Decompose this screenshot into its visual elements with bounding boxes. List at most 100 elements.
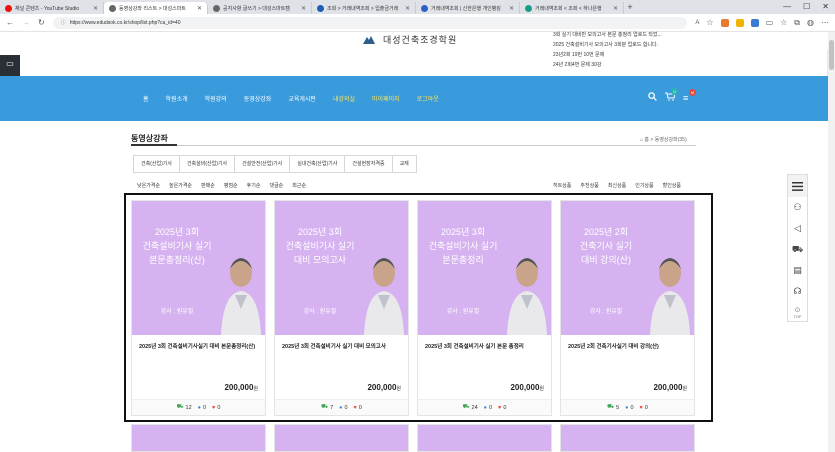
like-stat[interactable]: ♥ 0 xyxy=(640,405,648,411)
product-card-thumb[interactable] xyxy=(274,424,409,452)
tab-close-icon[interactable]: ✕ xyxy=(93,5,98,12)
product-card[interactable]: 2025년 3회 건축설비기사 실기 본문총정리(산) 강사 : 원유필 2025년 3… xyxy=(131,200,266,416)
product-filter[interactable]: 최신상품 xyxy=(608,182,626,189)
nav-item[interactable]: 동영상강좌 xyxy=(244,94,272,103)
cart-stat[interactable]: ⛟ 5 xyxy=(607,404,619,411)
cart-stat[interactable]: ⛟ 12 xyxy=(177,404,192,411)
home-icon[interactable]: ⌂ xyxy=(640,137,643,143)
nav-item[interactable]: 홈 xyxy=(143,94,149,103)
product-filter[interactable]: 인기상품 xyxy=(635,182,653,189)
url-field[interactable]: ⓘ https://www.edudsok.co.kr/shop/list.ph… xyxy=(52,16,688,29)
cart-stat[interactable]: ⛟ 24 xyxy=(463,404,478,411)
forward-icon[interactable]: → xyxy=(22,18,30,27)
browser-tab[interactable]: 조회 > 거래내역조회 > 입출금거래 ✕ xyxy=(312,2,416,14)
close-window-icon[interactable]: ✕ xyxy=(822,2,829,11)
browser-tab[interactable]: 동영상강좌 리스트 > 대성스마트 ✕ xyxy=(104,2,208,14)
like-stat[interactable]: ♥ 0 xyxy=(498,405,506,411)
product-card-thumb[interactable] xyxy=(417,424,552,452)
product-name[interactable]: 2025년 3회 건축설비기사 실기 대비 모의고사 xyxy=(282,343,404,351)
minimize-icon[interactable]: — xyxy=(783,2,791,11)
category-tab[interactable]: 교재 xyxy=(393,156,416,172)
product-name[interactable]: 2025년 3회 건축설비기사 실기 본문 총정리 xyxy=(425,343,547,351)
split-screen-icon[interactable]: ▭ xyxy=(766,18,774,27)
tab-close-icon[interactable]: ✕ xyxy=(613,5,618,12)
tab-close-icon[interactable]: ✕ xyxy=(405,5,410,12)
cart-stat[interactable]: ⛟ 7 xyxy=(321,404,333,411)
cart-quick-icon[interactable]: ⛟ xyxy=(788,239,807,260)
product-card[interactable]: 2025년 3회 건축설비기사 실기 본문총정리 강사 : 원유필 2025년 3회 건… xyxy=(417,200,552,416)
extension-icon[interactable] xyxy=(735,18,744,27)
sort-option[interactable]: 판매순 xyxy=(201,182,215,189)
tab-close-icon[interactable]: ✕ xyxy=(301,5,306,12)
product-thumbnail[interactable]: 2025년 3회 건축설비기사 실기 본문총정리 강사 : 원유필 xyxy=(418,201,551,335)
megaphone-icon[interactable]: ◁ xyxy=(788,218,807,239)
reload-icon[interactable]: ↻ xyxy=(38,18,45,27)
scrollbar-thumb[interactable] xyxy=(829,40,834,70)
like-stat[interactable]: ♥ 0 xyxy=(354,405,362,411)
product-filter[interactable]: 히트상품 xyxy=(553,182,571,189)
breadcrumb-text[interactable]: 홈 > 동영상강좌(35) xyxy=(644,137,686,143)
product-card[interactable]: 2025년 2회 건축기사 실기 대비 강의(산) 강사 : 원유필 2025년 2회 … xyxy=(560,200,695,416)
product-thumbnail[interactable]: 2025년 2회 건축기사 실기 대비 강의(산) 강사 : 원유필 xyxy=(561,201,694,335)
product-filter[interactable]: 할인상품 xyxy=(663,182,681,189)
site-info-icon[interactable]: ⓘ xyxy=(61,19,66,26)
nav-item[interactable]: 내강의실 xyxy=(333,94,355,103)
comment-stat[interactable]: ● 0 xyxy=(339,405,347,411)
notice-item[interactable]: 23년2회 19번 10번 문제 xyxy=(553,50,662,60)
scrollbar[interactable] xyxy=(828,32,835,452)
notice-item[interactable]: 24년 2회4번 문제 30강 xyxy=(553,60,662,70)
star-icon[interactable]: ☆ xyxy=(706,18,713,27)
sort-option[interactable]: 댓글순 xyxy=(269,182,283,189)
sort-option[interactable]: 평점순 xyxy=(224,182,238,189)
scroll-top-button[interactable]: ⊙ TOP xyxy=(788,302,807,322)
category-tab[interactable]: 건축(산업)기사 xyxy=(134,156,180,172)
product-filter[interactable]: 추천상품 xyxy=(580,182,598,189)
nav-item[interactable]: 교육게시판 xyxy=(288,94,316,103)
extension-icon[interactable] xyxy=(720,18,729,27)
category-tab[interactable]: 건축설비(산업)기사 xyxy=(180,156,236,172)
sort-option[interactable]: 최근순 xyxy=(292,182,306,189)
product-card-thumb[interactable] xyxy=(560,424,695,452)
nav-item[interactable]: 로그아웃 xyxy=(417,94,439,103)
cart-icon[interactable]: 0 xyxy=(665,88,678,103)
sort-option[interactable]: 낮은가격순 xyxy=(137,182,160,189)
product-thumbnail[interactable]: 2025년 3회 건축설비기사 실기 본문총정리(산) 강사 : 원유필 xyxy=(132,201,265,335)
new-tab-button[interactable]: + xyxy=(624,2,636,12)
document-icon[interactable]: ▤ xyxy=(788,260,807,281)
profile-icon[interactable]: ◍ xyxy=(807,18,814,27)
notice-item[interactable]: 2025 건축설비기사 모의고사 3회분 업로드 합니다. xyxy=(553,40,662,50)
nav-item[interactable]: 마이페이지 xyxy=(372,94,400,103)
category-tab[interactable]: 실내건축(산업)기사 xyxy=(290,156,346,172)
monitor-icon[interactable]: ▭ xyxy=(0,55,20,72)
comment-stat[interactable]: ● 0 xyxy=(198,405,206,411)
product-name[interactable]: 2025년 2회 건축기사실기 대비 강의(산) xyxy=(568,343,690,351)
browser-tab[interactable]: 거래내역조회 < 조회 < 하나은행 ✕ xyxy=(520,2,624,14)
category-tab[interactable]: 건설안전(산업)기사 xyxy=(235,156,291,172)
maximize-icon[interactable]: ☐ xyxy=(803,2,810,11)
favorites-icon[interactable]: ☆ xyxy=(780,18,787,27)
headset-icon[interactable]: ☊ xyxy=(788,281,807,302)
product-thumbnail[interactable]: 2025년 3회 건축설비기사 실기 대비 모의고사 강사 : 원유필 xyxy=(275,201,408,335)
back-icon[interactable]: ← xyxy=(6,18,14,27)
browser-tab[interactable]: 거래내역조회 | 신한은행 개인뱅킹 ✕ xyxy=(416,2,520,14)
nav-item[interactable]: 학원소개 xyxy=(166,94,188,103)
hamburger-icon[interactable] xyxy=(788,175,807,197)
comment-stat[interactable]: ● 0 xyxy=(625,405,633,411)
collections-icon[interactable]: ⧉ xyxy=(794,18,800,28)
sort-option[interactable]: 높은가격순 xyxy=(169,182,192,189)
category-tab[interactable]: 건설현장자격증 xyxy=(345,156,393,172)
nav-item[interactable]: 학원강의 xyxy=(205,94,227,103)
product-name[interactable]: 2025년 3회 건축설비기사실기 대비 본문총정리(산) xyxy=(139,343,261,351)
menu-list-icon[interactable]: ≡ M xyxy=(683,88,696,103)
people-icon[interactable]: ⚇ xyxy=(788,197,807,218)
sort-option[interactable]: 후기순 xyxy=(247,182,261,189)
search-icon[interactable] xyxy=(648,92,657,103)
tab-close-icon[interactable]: ✕ xyxy=(509,5,514,12)
extension-icon[interactable] xyxy=(750,18,759,27)
like-stat[interactable]: ♥ 0 xyxy=(212,405,220,411)
font-icon[interactable]: A xyxy=(695,20,699,26)
browser-tab[interactable]: 공지사항 글쓰기 > 대성스마트캠 ✕ xyxy=(208,2,312,14)
comment-stat[interactable]: ● 0 xyxy=(484,405,492,411)
tab-close-icon[interactable]: ✕ xyxy=(197,5,202,12)
product-card[interactable]: 2025년 3회 건축설비기사 실기 대비 모의고사 강사 : 원유필 2025년 3회… xyxy=(274,200,409,416)
